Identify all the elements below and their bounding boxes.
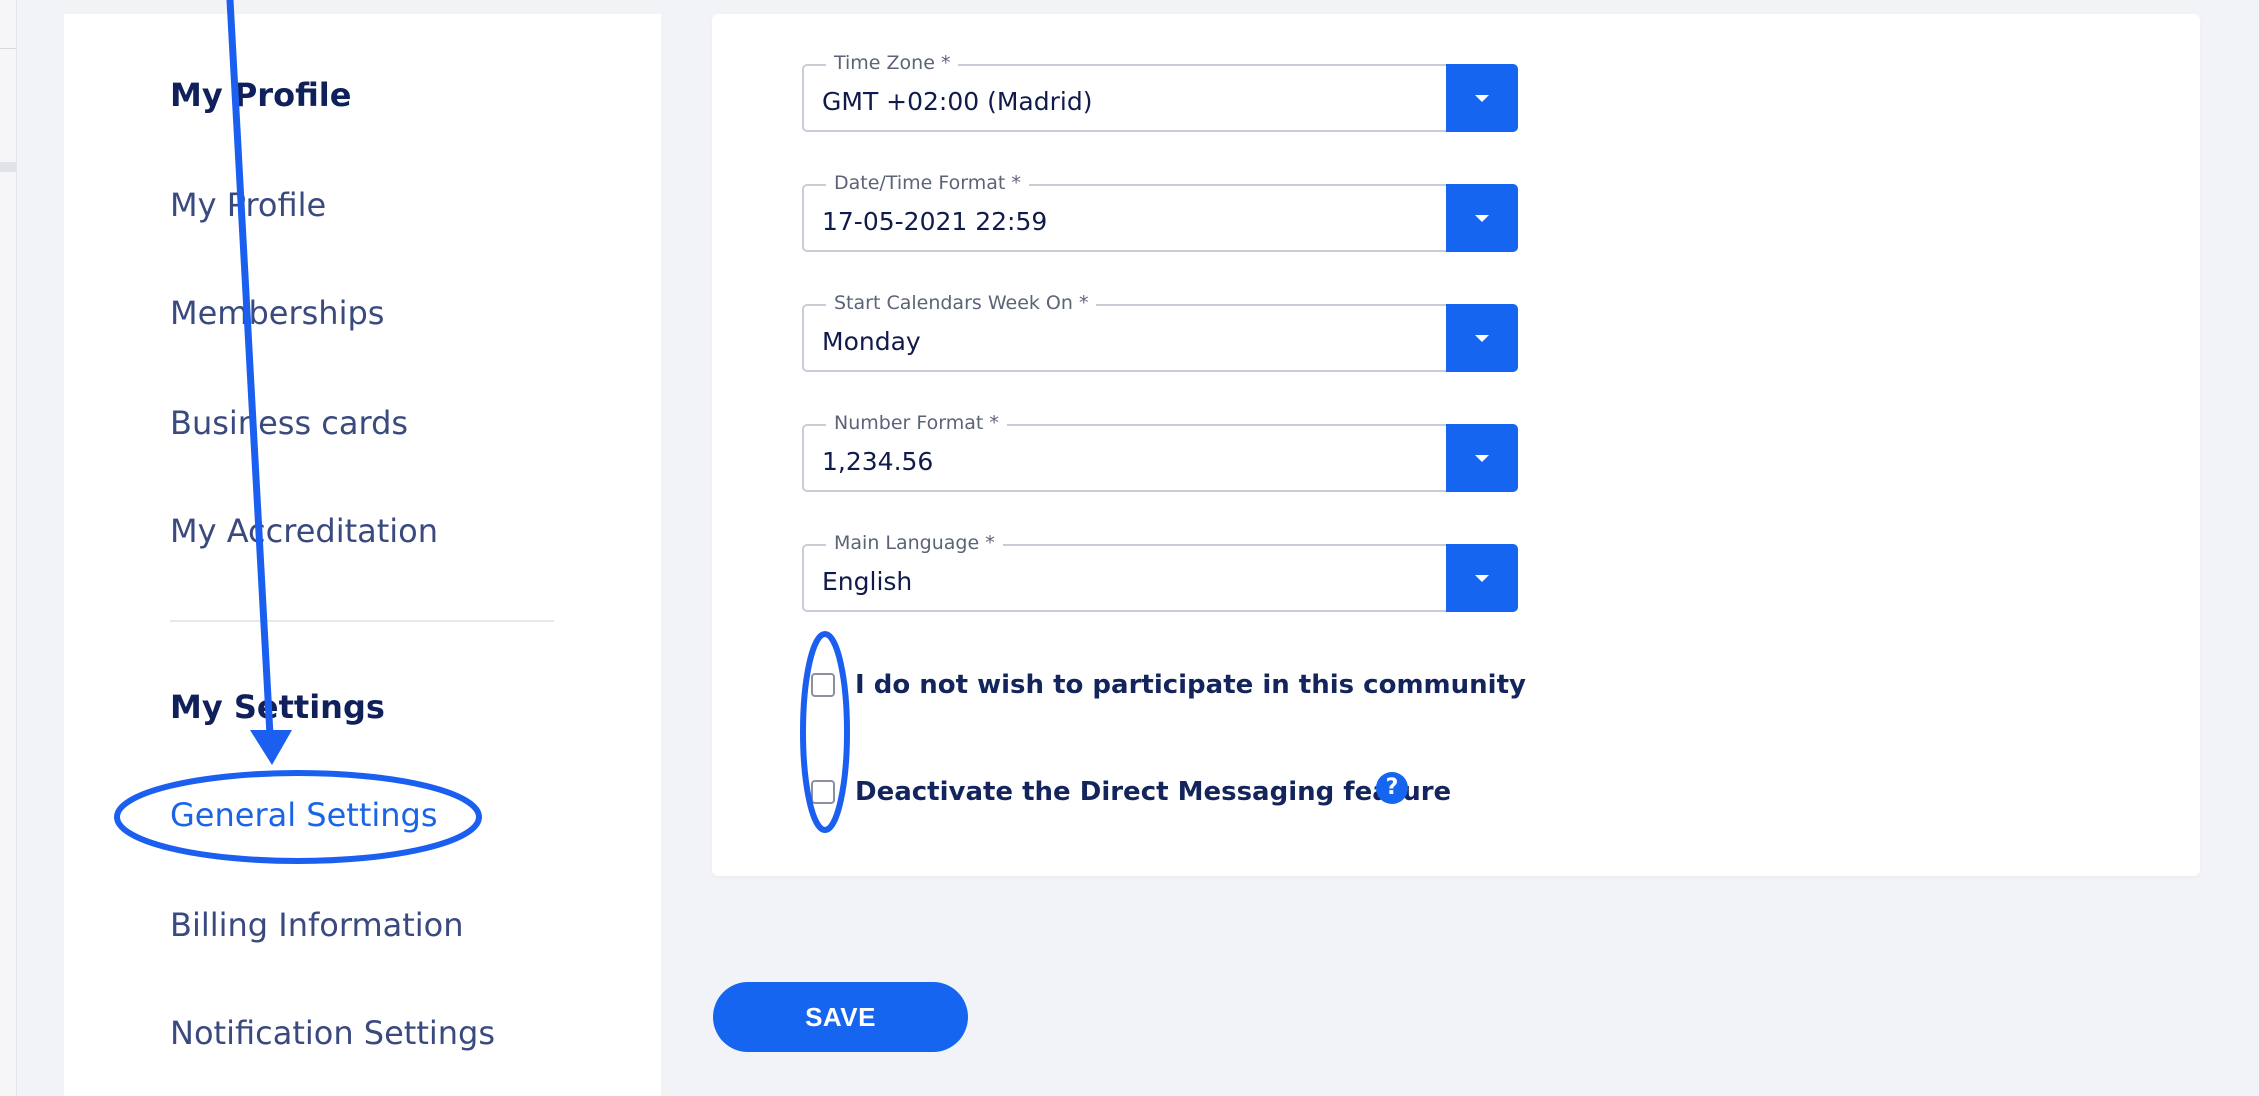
sidebar-item-billing-information[interactable]: Billing Information — [170, 906, 464, 944]
checkbox-label: I do not wish to participate in this com… — [855, 670, 1526, 700]
field-value: English — [822, 567, 913, 596]
main-language-select[interactable]: Main Language * English — [802, 532, 1518, 612]
sidebar-item-memberships[interactable]: Memberships — [170, 294, 384, 332]
week-start-select[interactable]: Start Calendars Week On * Monday — [802, 292, 1518, 372]
chevron-down-icon — [1475, 455, 1489, 462]
sidebar-heading-my-settings: My Settings — [170, 688, 385, 726]
number-format-select[interactable]: Number Format * 1,234.56 — [802, 412, 1518, 492]
question-circle-icon[interactable]: ? — [1376, 772, 1408, 804]
chevron-down-icon — [1475, 575, 1489, 582]
dropdown-button[interactable] — [1446, 184, 1518, 252]
deactivate-messaging-checkbox[interactable] — [811, 780, 835, 804]
sidebar-item-notification-settings[interactable]: Notification Settings — [170, 1014, 495, 1052]
opt-out-community-checkbox[interactable] — [811, 673, 835, 697]
field-value: GMT +02:00 (Madrid) — [822, 87, 1093, 116]
field-value: 1,234.56 — [822, 447, 934, 476]
field-value: 17-05-2021 22:59 — [822, 207, 1048, 236]
sidebar-heading-my-profile: My Profile — [170, 76, 352, 114]
divider — [0, 48, 16, 49]
field-label: Date/Time Format * — [826, 172, 1029, 194]
field-label: Start Calendars Week On * — [826, 292, 1097, 314]
dropdown-button[interactable] — [1446, 64, 1518, 132]
field-label: Main Language * — [826, 532, 1003, 554]
divider — [0, 162, 16, 172]
field-label: Time Zone * — [826, 52, 959, 74]
sidebar-divider — [170, 620, 554, 622]
save-button[interactable]: SAVE — [713, 982, 968, 1052]
field-value: Monday — [822, 327, 921, 356]
chevron-down-icon — [1475, 215, 1489, 222]
left-edge-panel — [0, 0, 17, 1096]
settings-sidebar: My Profile My Profile Memberships Busine… — [64, 14, 661, 1096]
sidebar-item-my-profile[interactable]: My Profile — [170, 186, 326, 224]
dropdown-button[interactable] — [1446, 424, 1518, 492]
sidebar-item-business-cards[interactable]: Business cards — [170, 404, 408, 442]
chevron-down-icon — [1475, 95, 1489, 102]
sidebar-item-general-settings[interactable]: General Settings — [170, 796, 438, 834]
field-label: Number Format * — [826, 412, 1007, 434]
checkbox-label: Deactivate the Direct Messaging feature — [855, 777, 1452, 807]
date-time-format-select[interactable]: Date/Time Format * 17-05-2021 22:59 — [802, 172, 1518, 252]
time-zone-select[interactable]: Time Zone * GMT +02:00 (Madrid) — [802, 52, 1518, 132]
dropdown-button[interactable] — [1446, 304, 1518, 372]
chevron-down-icon — [1475, 335, 1489, 342]
dropdown-button[interactable] — [1446, 544, 1518, 612]
sidebar-item-my-accreditation[interactable]: My Accreditation — [170, 512, 438, 550]
